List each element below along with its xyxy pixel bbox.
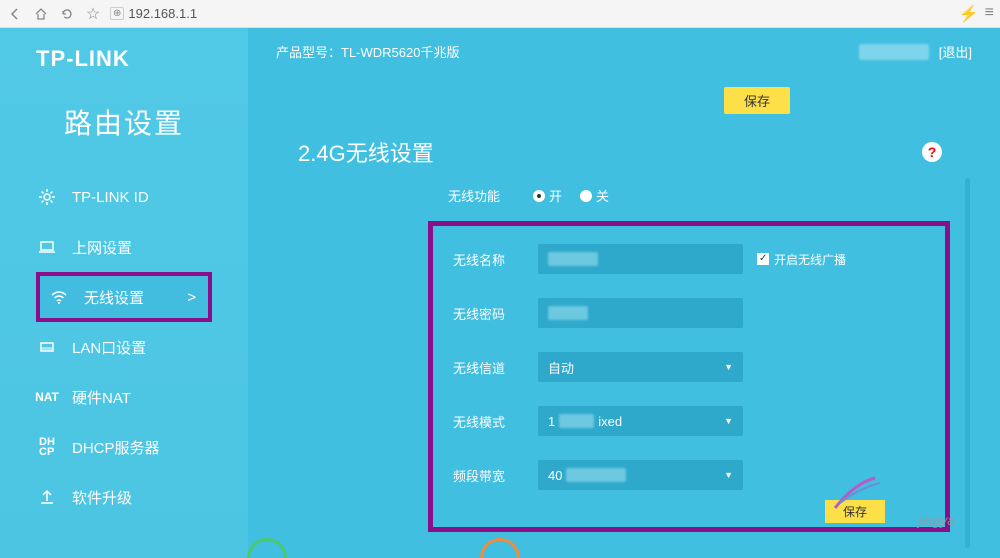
sidebar-item-tplink-id[interactable]: TP-LINK ID [0,172,248,222]
pen-stroke-icon [830,473,900,518]
sidebar-item-label: 硬件NAT [72,387,131,408]
main-content: 产品型号： TL-WDR5620千兆版 [退出] 保存 2.4G无线设置 ? 无… [248,28,1000,558]
broadcast-checkbox-item[interactable]: 开启无线广播 [757,251,846,268]
sidebar-item-lan[interactable]: LAN口设置 [0,322,248,372]
sidebar-item-label: TP-LINK ID [72,189,149,206]
sidebar-title: 路由设置 [0,102,248,142]
radio-on[interactable]: 开 [533,186,562,205]
wireless-name-label: 无线名称 [453,250,538,269]
name-blurred [548,252,598,266]
sidebar-item-label: DHCP服务器 [72,437,160,458]
wireless-password-input[interactable] [538,298,743,328]
bandwidth-blurred [566,468,626,482]
browser-toolbar: ☆ ⊕ 192.168.1.1 ⚡ ≡ [0,0,1000,28]
sidebar-item-nat[interactable]: NAT 硬件NAT [0,372,248,422]
sidebar-item-internet[interactable]: 上网设置 [0,222,248,272]
bandwidth-label: 频段带宽 [453,466,538,485]
mode-blurred [559,414,594,428]
wireless-channel-select[interactable]: 自动 [538,352,743,382]
shield-icon: ⊕ [110,7,124,20]
sidebar-item-label: 上网设置 [72,237,132,258]
broadcast-label: 开启无线广播 [774,251,846,268]
sidebar: TP-LINK 路由设置 TP-LINK ID 上网设置 无线设置 LAN口设置 [0,28,248,558]
flash-icon[interactable]: ⚡ [959,4,979,24]
radio-off[interactable]: 关 [580,186,609,205]
scrollbar[interactable] [965,178,970,548]
user-block: [退出] [859,42,972,61]
model-label: 产品型号： [276,42,341,61]
section-title: 2.4G无线设置 [298,136,434,168]
circle-icon [480,538,520,558]
mode-prefix: 1 [548,414,555,429]
app-container: TP-LINK 路由设置 TP-LINK ID 上网设置 无线设置 LAN口设置 [0,28,1000,558]
wireless-password-label: 无线密码 [453,304,538,323]
wireless-function-label: 无线功能 [448,186,533,205]
username-blurred [859,44,929,60]
radio-icon [533,190,545,202]
channel-value: 自动 [548,358,574,377]
circle-icon [247,538,287,558]
browser-right-icons: ⚡ ≡ [959,4,994,24]
sidebar-item-label: LAN口设置 [72,337,146,358]
wireless-name-row: 无线名称 开启无线广播 [453,244,925,274]
save-button[interactable]: 保存 [724,87,790,114]
wireless-channel-label: 无线信道 [453,358,538,377]
checkbox-icon [757,253,769,265]
laptop-icon [36,236,58,258]
dhcp-icon: DHCP [36,436,58,458]
sidebar-item-label: 无线设置 [84,287,144,308]
main-header: 产品型号： TL-WDR5620千兆版 [退出] [248,28,1000,75]
wireless-password-row: 无线密码 [453,298,925,328]
radio-group: 开 关 [533,186,609,205]
bandwidth-value: 40 [548,468,562,483]
upload-icon [36,486,58,508]
wireless-mode-select[interactable]: 1 ixed [538,406,743,436]
url-text: 192.168.1.1 [128,6,197,21]
ethernet-icon [36,336,58,358]
wireless-mode-row: 无线模式 1 ixed [453,406,925,436]
watermark: jingya [918,512,955,528]
menu-icon[interactable]: ≡ [985,4,994,24]
logout-link[interactable]: [退出] [939,42,972,61]
radio-off-label: 关 [596,186,609,205]
mode-suffix: ixed [598,414,622,429]
bottom-decorations [0,538,1000,558]
wifi-icon [48,286,70,308]
model-value: TL-WDR5620千兆版 [341,42,459,61]
sidebar-item-upgrade[interactable]: 软件升级 [0,472,248,522]
form-area: 无线功能 开 关 [248,186,1000,205]
wireless-name-input[interactable] [538,244,743,274]
logo: TP-LINK [0,46,248,82]
refresh-button[interactable] [58,5,76,23]
help-icon[interactable]: ? [922,142,942,162]
back-button[interactable] [6,5,24,23]
gear-icon [36,186,58,208]
sidebar-item-wireless[interactable]: 无线设置 [36,272,212,322]
wireless-function-row: 无线功能 开 关 [448,186,940,205]
password-blurred [548,306,588,320]
radio-icon [580,190,592,202]
home-button[interactable] [32,5,50,23]
radio-on-label: 开 [549,186,562,205]
sidebar-item-label: 软件升级 [72,487,132,508]
section-title-row: 2.4G无线设置 ? [248,114,1000,186]
url-bar[interactable]: ⊕ 192.168.1.1 [110,6,951,21]
bandwidth-select[interactable]: 40 [538,460,743,490]
wireless-mode-label: 无线模式 [453,412,538,431]
sidebar-item-dhcp[interactable]: DHCP DHCP服务器 [0,422,248,472]
wireless-channel-row: 无线信道 自动 [453,352,925,382]
nat-icon: NAT [36,386,58,408]
star-button[interactable]: ☆ [84,5,102,23]
